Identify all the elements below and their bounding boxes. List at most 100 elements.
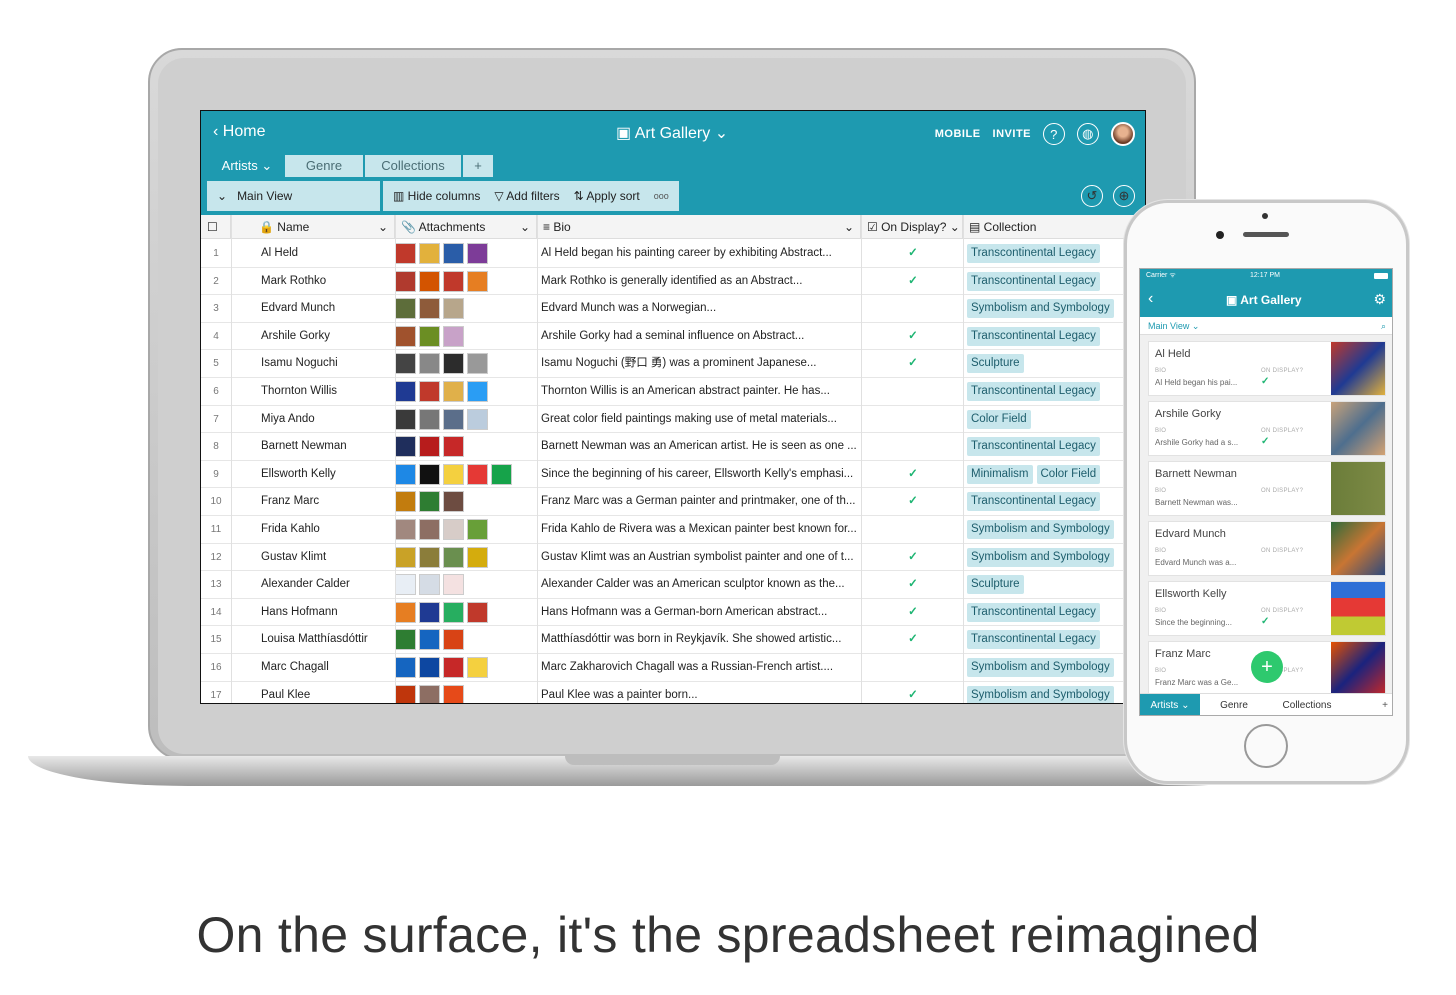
cell-collection[interactable]: Sculpture [967,571,1145,598]
cell-bio[interactable]: Paul Klee was a painter born... [541,682,861,703]
attachment-thumbnail[interactable] [467,546,488,568]
attachment-thumbnail[interactable] [419,298,440,320]
cell-name[interactable]: Franz Marc [261,488,391,515]
cell-on-display[interactable]: ✓ [863,571,963,598]
cell-attachments[interactable] [395,682,535,703]
cell-bio[interactable]: Mark Rothko is generally identified as a… [541,268,861,295]
phone-add-table-button[interactable]: + [1382,694,1388,715]
cell-bio[interactable]: Gustav Klimt was an Austrian symbolist p… [541,544,861,571]
attachment-thumbnail[interactable] [443,298,464,320]
attachment-thumbnail[interactable] [395,491,416,513]
attachment-thumbnail[interactable] [443,381,464,402]
attachment-thumbnail[interactable] [419,463,440,485]
attachment-thumbnail[interactable] [443,243,464,264]
cell-bio[interactable]: Barnett Newman was an American artist. H… [541,433,861,460]
attachment-thumbnail[interactable] [395,574,416,596]
cell-name[interactable]: Isamu Noguchi [261,350,391,377]
add-record-button[interactable]: + [1251,651,1283,683]
cell-name[interactable]: Frida Kahlo [261,516,391,543]
cell-attachments[interactable] [395,240,535,267]
cell-on-display[interactable] [863,433,963,460]
header-collection[interactable]: ▤ Collection [963,215,1145,239]
attachment-thumbnail[interactable] [395,243,416,264]
cell-on-display[interactable] [863,378,963,405]
cell-on-display[interactable]: ✓ [863,323,963,350]
attachment-thumbnail[interactable] [395,270,416,292]
settings-gear-icon[interactable]: ⚙ [1373,291,1386,308]
cell-bio[interactable]: Franz Marc was a German painter and prin… [541,488,861,515]
cell-on-display[interactable] [863,406,963,433]
header-on-display[interactable]: ☑ On Display? ⌄ [861,215,963,239]
cell-collection[interactable]: Transcontinental Legacy [967,599,1145,626]
attachment-thumbnail[interactable] [395,325,416,347]
cell-attachments[interactable] [395,571,535,598]
attachment-thumbnail[interactable] [443,601,464,623]
table-row[interactable]: 4 Arshile Gorky Arshile Gorky had a semina… [201,323,1145,351]
cell-collection[interactable]: Symbolism and Symbology [967,654,1145,681]
attachment-thumbnail[interactable] [467,270,488,292]
cell-on-display[interactable]: ✓ [863,268,963,295]
header-name[interactable]: 🔒 Name ⌄ [231,215,395,239]
tab-artists[interactable]: Artists ⌄ [211,155,283,177]
cell-on-display[interactable]: ✓ [863,682,963,703]
cell-name[interactable]: Arshile Gorky [261,323,391,350]
cell-on-display[interactable]: ✓ [863,488,963,515]
cell-attachments[interactable] [395,433,535,460]
cell-collection[interactable]: Transcontinental Legacy [967,626,1145,653]
phone-tab-genre[interactable]: Genre [1204,694,1264,715]
search-icon[interactable]: ⌕ [1381,317,1386,335]
attachment-thumbnail[interactable] [419,491,440,513]
cell-bio[interactable]: Thornton Willis is an American abstract … [541,378,861,405]
cell-bio[interactable]: Marc Zakharovich Chagall was a Russian-F… [541,654,861,681]
attachment-thumbnail[interactable] [395,408,416,430]
cell-name[interactable]: Paul Klee [261,682,391,703]
cell-name[interactable]: Barnett Newman [261,433,391,460]
attachment-thumbnail[interactable] [419,325,440,347]
cell-collection[interactable]: Transcontinental Legacy [967,240,1145,267]
attachment-thumbnail[interactable] [395,519,416,540]
phone-tab-artists[interactable]: Artists ⌄ [1140,694,1200,715]
attachment-thumbnail[interactable] [443,353,464,375]
attachment-thumbnail[interactable] [419,519,440,540]
share-icon[interactable]: ⊕ [1113,185,1135,207]
attachment-thumbnail[interactable] [467,243,488,264]
phone-home-button[interactable] [1244,724,1288,768]
cell-attachments[interactable] [395,323,535,350]
attachment-thumbnail[interactable] [395,629,416,651]
attachment-thumbnail[interactable] [419,243,440,264]
invite-button[interactable]: INVITE [993,128,1031,140]
cell-attachments[interactable] [395,378,535,405]
attachment-thumbnail[interactable] [443,546,464,568]
cell-name[interactable]: Alexander Calder [261,571,391,598]
attachment-thumbnail[interactable] [395,657,416,678]
attachment-thumbnail[interactable] [395,298,416,320]
attachment-thumbnail[interactable] [443,657,464,678]
cell-name[interactable]: Miya Ando [261,406,391,433]
attachment-thumbnail[interactable] [419,270,440,292]
attachment-thumbnail[interactable] [395,601,416,623]
table-row[interactable]: 10 Franz Marc Franz Marc was a German pain… [201,488,1145,516]
attachment-thumbnail[interactable] [419,546,440,568]
cell-attachments[interactable] [395,295,535,322]
cell-attachments[interactable] [395,516,535,543]
phone-view-switcher[interactable]: Main View ⌄ ⌕ [1140,317,1392,335]
attachment-thumbnail[interactable] [419,381,440,402]
attachment-thumbnail[interactable] [467,381,488,402]
attachment-thumbnail[interactable] [443,519,464,540]
cell-name[interactable]: Mark Rothko [261,268,391,295]
cell-on-display[interactable]: ✓ [863,626,963,653]
cell-attachments[interactable] [395,268,535,295]
record-card[interactable]: Al Held BIO ON DISPLAY? Al Held began his p… [1148,341,1386,396]
cell-attachments[interactable] [395,599,535,626]
attachment-thumbnail[interactable] [419,353,440,375]
add-table-button[interactable]: + [463,155,493,177]
cell-attachments[interactable] [395,626,535,653]
table-row[interactable]: 1 Al Held Al Held began his painting caree… [201,240,1145,268]
attachment-thumbnail[interactable] [467,408,488,430]
attachment-thumbnail[interactable] [419,408,440,430]
cell-on-display[interactable]: ✓ [863,240,963,267]
attachment-thumbnail[interactable] [419,684,440,703]
attachment-thumbnail[interactable] [395,684,416,703]
cell-collection[interactable]: Symbolism and Symbology [967,516,1145,543]
attachment-thumbnail[interactable] [443,574,464,596]
